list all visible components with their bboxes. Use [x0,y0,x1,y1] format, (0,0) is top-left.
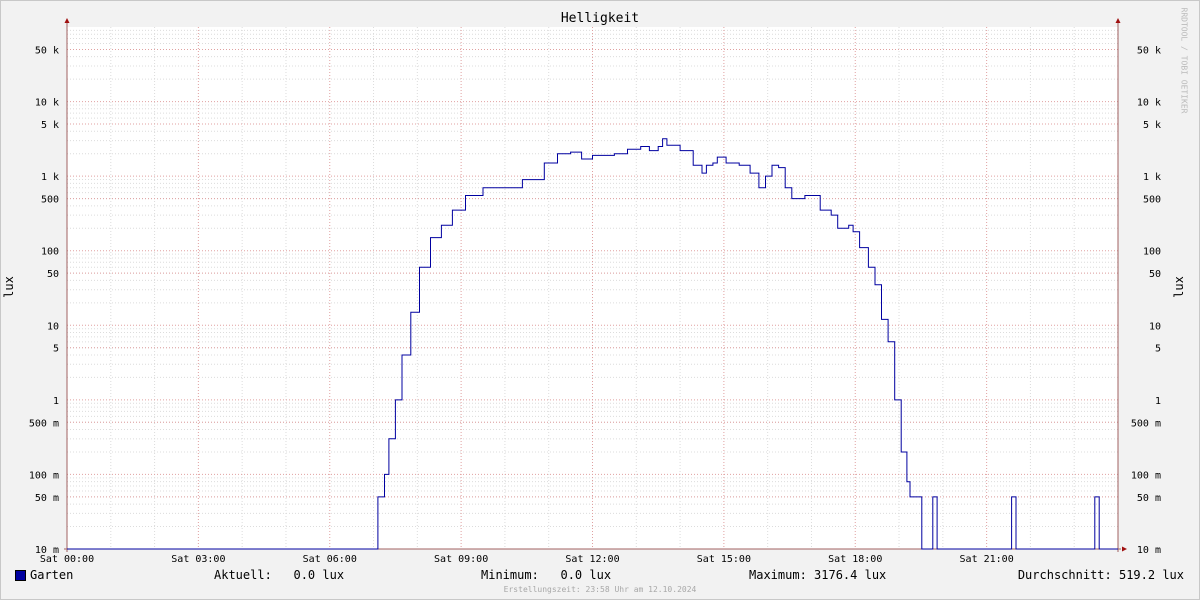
stat-minimum: Minimum: 0.0 lux [481,568,612,582]
x-tick-label: Sat 12:00 [565,554,619,565]
y-tick-label-right: 50 k [1137,45,1161,56]
x-tick-label: Sat 09:00 [434,554,488,565]
x-tick-label: Sat 15:00 [697,554,751,565]
y-tick-label-left: 500 [41,195,59,206]
y-tick-label-right: 100 m [1131,470,1161,481]
x-axis-arrow-icon [1122,546,1127,552]
stat-aktuell: Aktuell: 0.0 lux [214,568,345,582]
x-tick-label: Sat 03:00 [171,554,225,565]
x-tick-label: Sat 21:00 [960,554,1014,565]
y-tick-label-right: 500 m [1131,418,1161,429]
y-tick-label-left: 50 m [35,493,59,504]
chart-canvas: 10 m 10 m50 m 50 m100 m 100 m500 m 500 m1 15 5… [0,0,1200,600]
chart-title: Helligkeit [560,11,640,26]
x-tick-label: Sat 00:00 [40,554,94,565]
legend-label-garten: Garten [30,568,74,582]
x-tick-label: Sat 06:00 [303,554,357,565]
y-tick-label-left: 100 m [29,470,59,481]
y-tick-label-left: 1 [53,396,59,407]
stat-durchschnitt: Durchschnitt: 519.2 lux [1017,568,1184,582]
footer-timestamp: Erstellungszeit: 23:58 Uhr am 12.10.2024 [503,585,697,594]
legend-swatch-garten [15,570,26,581]
y-tick-label-right: 500 [1143,195,1161,206]
y-tick-label-left: 100 [41,247,59,258]
y-tick-label-left: 10 k [35,98,59,109]
y-tick-label-right: 1 [1155,396,1161,407]
y-tick-label-left: 1 k [41,172,59,183]
watermark: RRDTOOL / TOBI OETIKER [1179,7,1189,114]
stat-maximum: Maximum: 3176.4 lux [749,568,887,582]
y-tick-label-left: 5 k [41,120,59,131]
y-tick-label-left: 500 m [29,418,59,429]
y-tick-label-right: 10 m [1137,545,1161,556]
x-tick-label: Sat 18:00 [828,554,882,565]
y-tick-label-left: 10 [47,321,59,332]
y-tick-label-right: 5 [1155,344,1161,355]
y-tick-label-right: 5 k [1143,120,1161,131]
y-tick-label-right: 50 m [1137,493,1161,504]
chart-root: 10 m 10 m 50 m 50 m 100 m 100 m 500 m 500 m1155… [0,0,1200,600]
y-tick-label-right: 10 k [1137,98,1161,109]
y-tick-label-right: 1 k [1143,172,1161,183]
y-axis-label-left: lux [2,276,16,298]
y-tick-label-left: 5 [53,344,59,355]
y-tick-label-right: 100 [1143,247,1161,258]
y-tick-label-left: 50 [47,269,59,280]
y-tick-label-right: 50 [1149,269,1161,280]
y-axis-label-right: lux [1172,276,1186,298]
y-tick-label-left: 50 k [35,45,59,56]
y-tick-label-right: 10 [1149,321,1161,332]
